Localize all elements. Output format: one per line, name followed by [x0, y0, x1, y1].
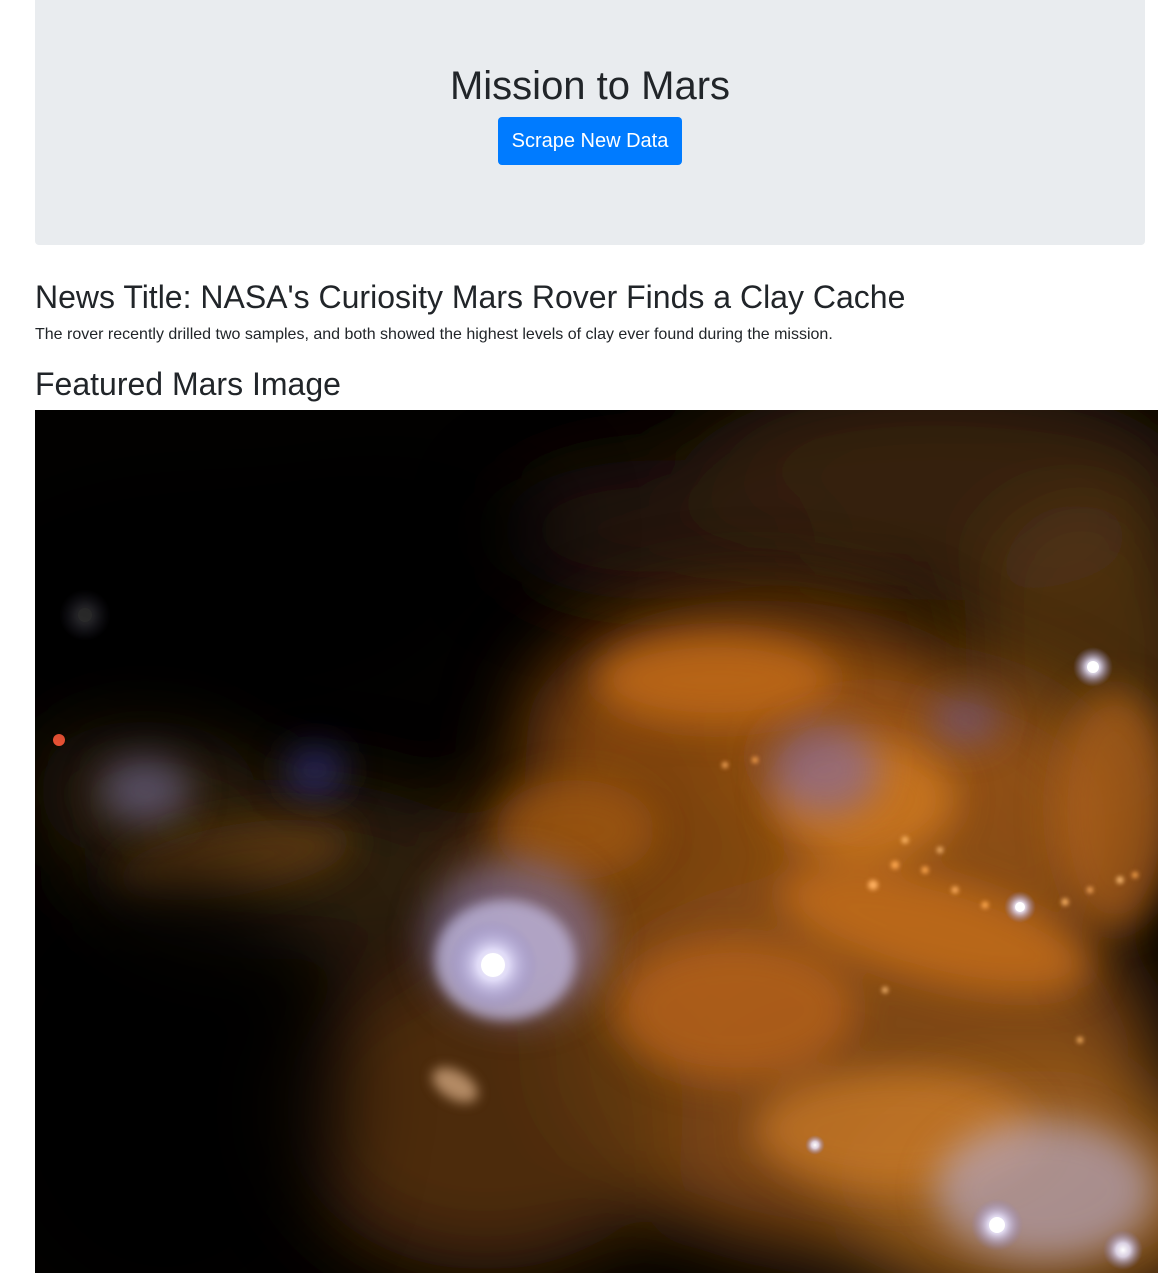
- featured-image-heading: Featured Mars Image: [35, 366, 341, 402]
- scrape-new-data-button[interactable]: Scrape New Data: [498, 117, 682, 165]
- news-title: News Title: NASA's Curiosity Mars Rover …: [35, 279, 906, 315]
- nebula-image: [35, 410, 1158, 1273]
- page-container: Mission to Mars Scrape New Data News Tit…: [0, 0, 1158, 1273]
- jumbotron-header: Mission to Mars Scrape New Data: [35, 0, 1145, 245]
- featured-mars-image: [35, 410, 1158, 1273]
- page-title: Mission to Mars: [449, 64, 731, 108]
- news-teaser: The rover recently drilled two samples, …: [35, 326, 833, 343]
